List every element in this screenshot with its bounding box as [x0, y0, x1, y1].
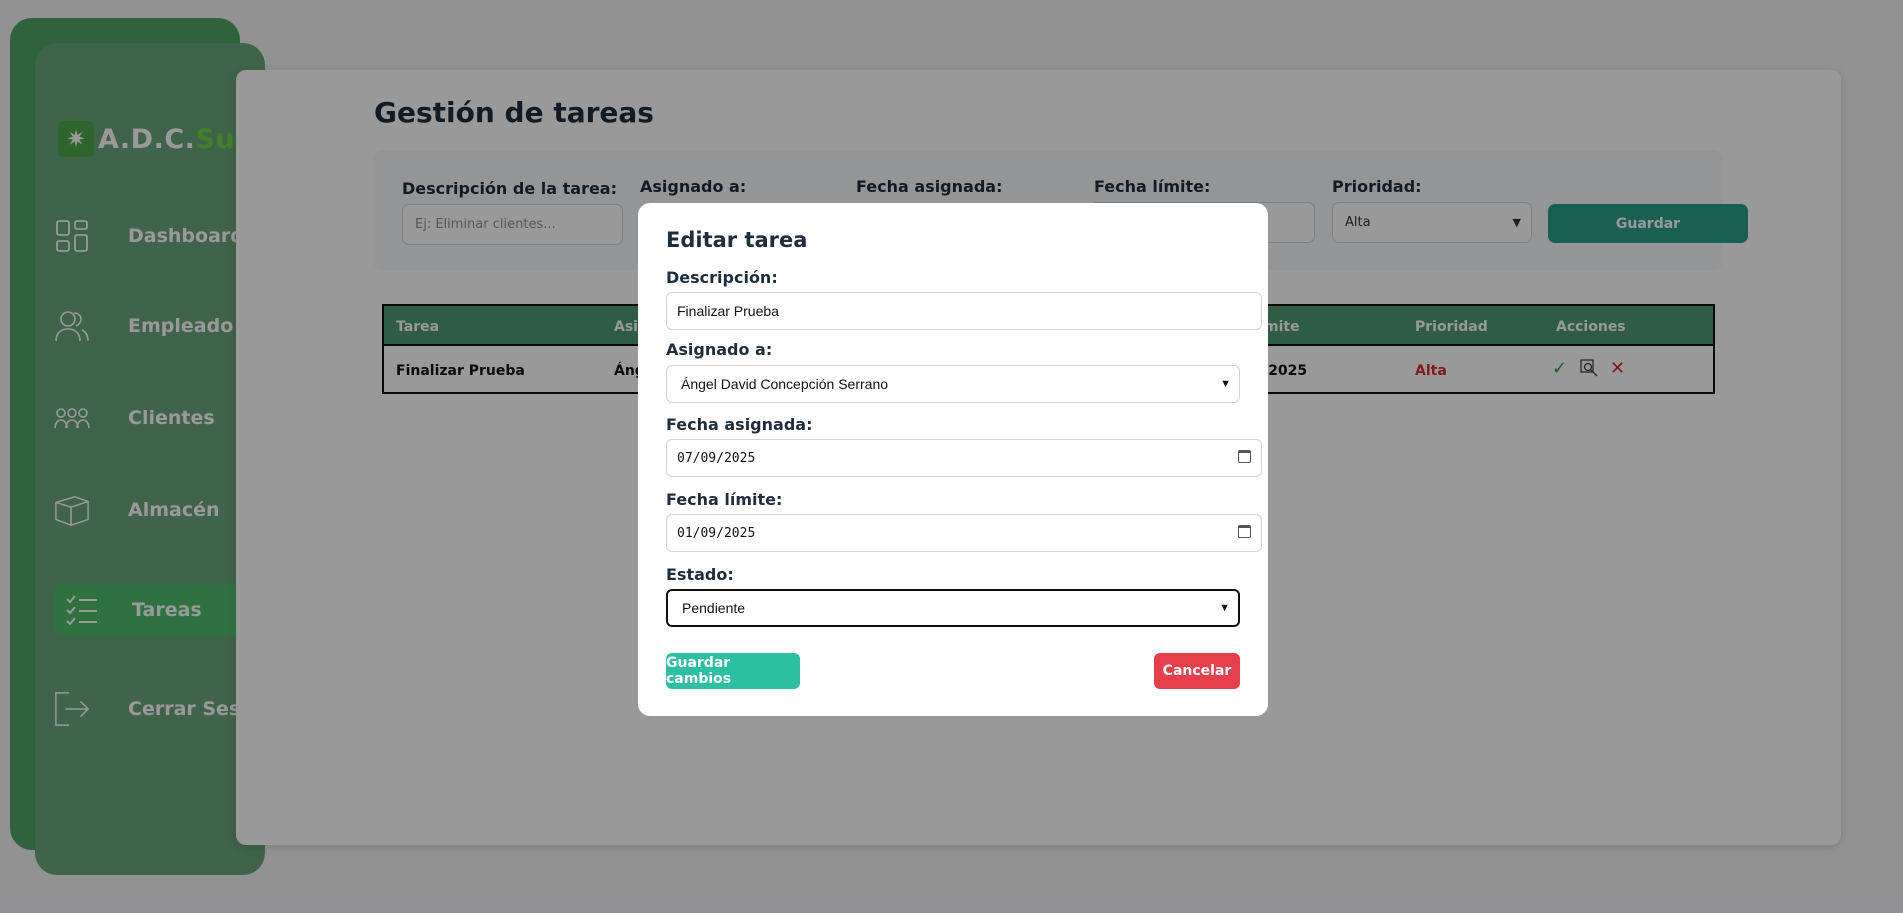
status-select[interactable]: Pendiente ▼ — [666, 589, 1240, 627]
calendar-icon[interactable] — [1238, 450, 1251, 463]
due-date-value: 01/09/2025 — [677, 525, 756, 541]
assigned-to-label: Asignado a: — [666, 340, 773, 359]
description-input[interactable]: Finalizar Prueba — [666, 292, 1262, 330]
chevron-down-icon: ▼ — [1220, 378, 1231, 390]
assigned-date-value: 07/09/2025 — [677, 450, 756, 466]
cancel-button[interactable]: Cancelar — [1154, 653, 1240, 689]
calendar-icon[interactable] — [1238, 525, 1251, 538]
save-changes-button[interactable]: Guardar cambios — [666, 653, 800, 689]
due-date-label: Fecha límite: — [666, 490, 783, 509]
assigned-date-label: Fecha asignada: — [666, 415, 813, 434]
modal-title: Editar tarea — [666, 228, 808, 252]
edit-task-modal: Editar tarea Descripción: Finalizar Prue… — [638, 203, 1268, 716]
chevron-down-icon: ▼ — [1219, 602, 1230, 614]
assigned-date-input[interactable]: 07/09/2025 — [666, 439, 1262, 477]
due-date-input[interactable]: 01/09/2025 — [666, 514, 1262, 552]
status-label: Estado: — [666, 565, 734, 584]
assigned-to-select[interactable]: Ángel David Concepción Serrano ▼ — [666, 365, 1240, 403]
status-select-value: Pendiente — [682, 600, 746, 616]
description-label: Descripción: — [666, 268, 778, 287]
assigned-to-select-value: Ángel David Concepción Serrano — [681, 376, 889, 392]
